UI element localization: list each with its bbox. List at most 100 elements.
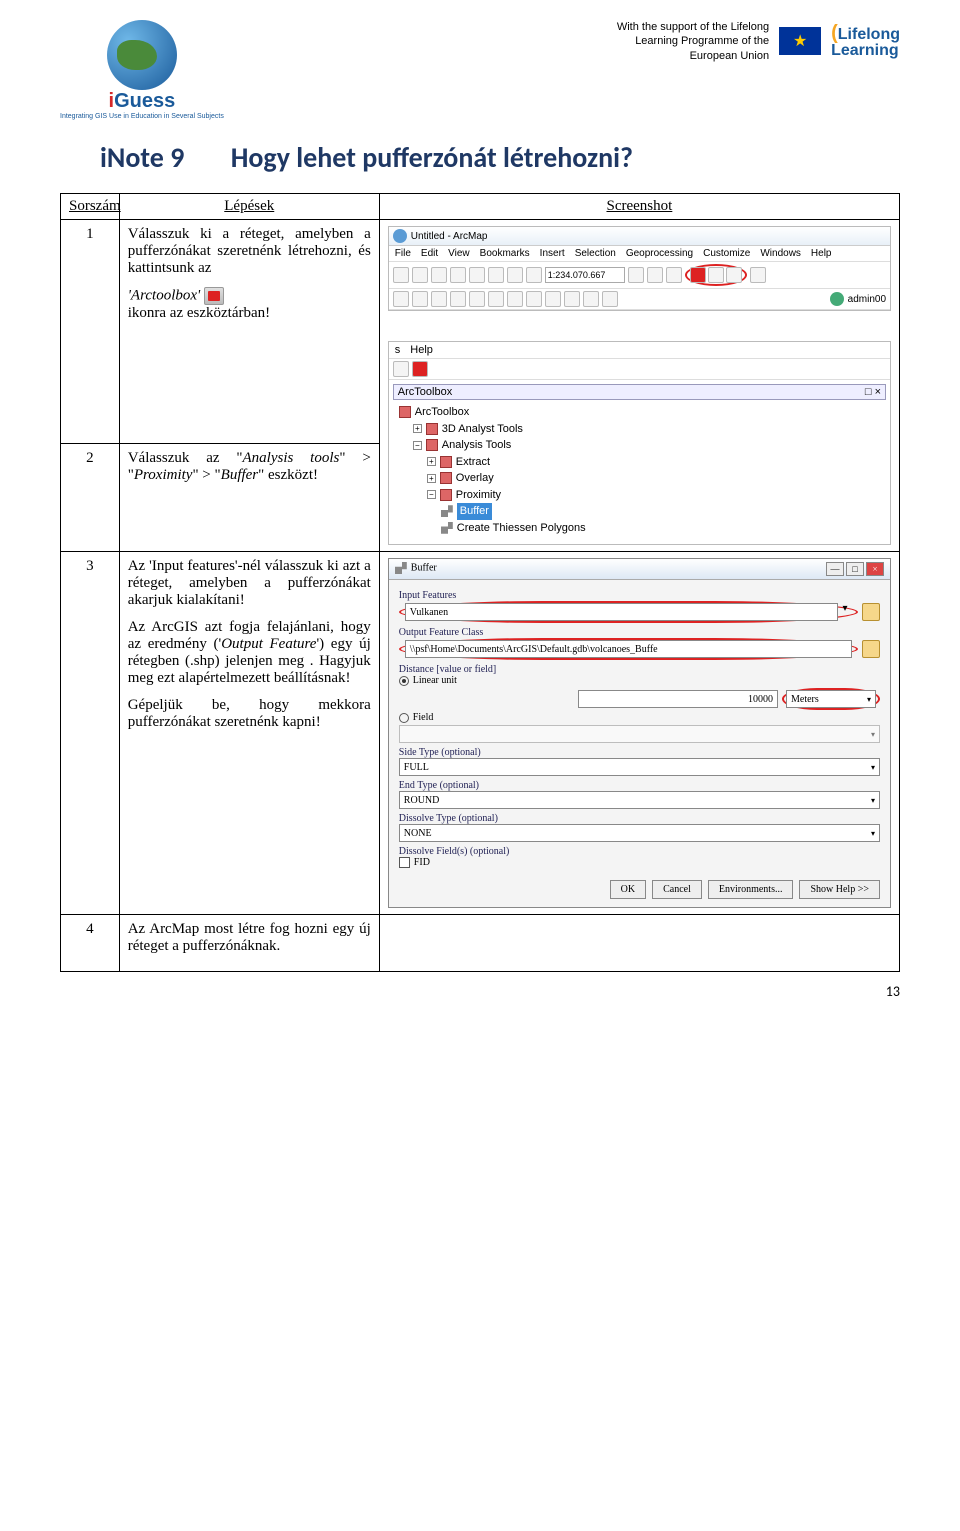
user-icon: [830, 292, 844, 306]
output-field[interactable]: \\psf\Home\Documents\ArcGIS\Default.gdb\…: [405, 640, 852, 658]
circled-toolbar-buttons: [685, 264, 747, 286]
toolbar-button[interactable]: [564, 291, 580, 307]
dialog-title: Buffer: [411, 562, 437, 573]
menu-item[interactable]: Help: [410, 344, 433, 356]
cancel-button[interactable]: Cancel: [652, 880, 702, 899]
toolbar-button[interactable]: [666, 267, 682, 283]
toolbar-button[interactable]: [393, 267, 409, 283]
menu-item[interactable]: Windows: [760, 248, 801, 259]
toolbar-button[interactable]: [647, 267, 663, 283]
toolbar-button[interactable]: [450, 267, 466, 283]
toolbar-button[interactable]: [412, 267, 428, 283]
tree-item[interactable]: ArcToolbox: [415, 404, 469, 421]
toolbar-button[interactable]: [431, 291, 447, 307]
screenshot-cell: Buffer — □ × Input Features Vulkanen ▾: [379, 552, 899, 915]
toolbar-button[interactable]: [545, 291, 561, 307]
menu-item[interactable]: Insert: [540, 248, 565, 259]
toolbar-button[interactable]: [708, 267, 724, 283]
radio-linear[interactable]: [399, 676, 409, 686]
distance-unit-select[interactable]: Meters▾: [786, 690, 876, 708]
label-dfields: Dissolve Field(s) (optional): [399, 846, 880, 857]
toolset-icon: [440, 472, 452, 484]
fid-checkbox[interactable]: [399, 857, 410, 868]
menu-item[interactable]: Edit: [421, 248, 438, 259]
toolbar-button[interactable]: [526, 267, 542, 283]
toolbar-button[interactable]: [507, 291, 523, 307]
input-features-field[interactable]: Vulkanen: [405, 603, 838, 621]
support-line-3: European Union: [617, 49, 769, 63]
window-title: Untitled - ArcMap: [411, 231, 488, 242]
toolbar-button[interactable]: [469, 291, 485, 307]
toolbar-button[interactable]: [431, 267, 447, 283]
support-line-2: Learning Programme of the: [617, 34, 769, 48]
tree-item[interactable]: Extract: [456, 454, 490, 471]
dissolve-type-select[interactable]: NONE▾: [399, 824, 880, 842]
eu-support-block: With the support of the Lifelong Learnin…: [617, 20, 900, 63]
close-button[interactable]: ×: [866, 562, 884, 576]
inote-number: iNote 9: [100, 140, 184, 175]
toolbar-button[interactable]: [583, 291, 599, 307]
toolbox-icon: [399, 406, 411, 418]
menu-item[interactable]: View: [448, 248, 470, 259]
toolbar-button[interactable]: [750, 267, 766, 283]
support-line-1: With the support of the Lifelong: [617, 20, 769, 34]
minimize-button[interactable]: —: [826, 562, 844, 576]
arctoolbox-button[interactable]: [690, 267, 706, 283]
side-type-select[interactable]: FULL▾: [399, 758, 880, 776]
browse-button[interactable]: [862, 603, 880, 621]
tree-item[interactable]: Analysis Tools: [442, 437, 512, 454]
toolbar-button[interactable]: [628, 267, 644, 283]
expand-icon[interactable]: +: [427, 457, 436, 466]
scale-input[interactable]: 1:234.070.667: [545, 267, 625, 283]
expand-icon[interactable]: +: [427, 474, 436, 483]
menu-item[interactable]: Customize: [703, 248, 750, 259]
checkbox-label: FID: [414, 857, 430, 868]
toolbar-button[interactable]: [526, 291, 542, 307]
end-type-select[interactable]: ROUND▾: [399, 791, 880, 809]
support-text: With the support of the Lifelong Learnin…: [617, 20, 769, 63]
menu-item[interactable]: Help: [811, 248, 832, 259]
toolbar-button[interactable]: [602, 291, 618, 307]
title-question: Hogy lehet pufferzónát létrehozni?: [231, 140, 633, 175]
tree-item[interactable]: 3D Analyst Tools: [442, 421, 523, 438]
menu-item[interactable]: Bookmarks: [480, 248, 530, 259]
toolbar-button[interactable]: [412, 291, 428, 307]
toolbar-button[interactable]: [488, 267, 504, 283]
expand-icon[interactable]: +: [413, 424, 422, 433]
collapse-icon[interactable]: −: [413, 441, 422, 450]
toolbar-row-2: admin00: [389, 289, 890, 310]
menu-item[interactable]: Selection: [575, 248, 616, 259]
maximize-button[interactable]: □: [846, 562, 864, 576]
eu-flag-icon: [779, 27, 821, 55]
page-header: iGuess Integrating GIS Use in Education …: [60, 20, 900, 120]
ok-button[interactable]: OK: [610, 880, 646, 899]
toolbar-button[interactable]: [393, 291, 409, 307]
header-step: Lépések: [119, 194, 379, 220]
panel-controls[interactable]: □ ×: [865, 386, 881, 398]
field-select-disabled: ▾: [399, 725, 880, 743]
environments-button[interactable]: Environments...: [708, 880, 794, 899]
toolbar-button[interactable]: [450, 291, 466, 307]
toolbar-button[interactable]: [469, 267, 485, 283]
label-side: Side Type (optional): [399, 747, 880, 758]
toolbar-button[interactable]: [726, 267, 742, 283]
menu-item[interactable]: Geoprocessing: [626, 248, 693, 259]
arctoolbox-button[interactable]: [412, 361, 428, 377]
lifelong-logo: (Lifelong Learning: [831, 23, 900, 59]
tree-item[interactable]: Proximity: [456, 487, 501, 504]
logo-rest: Guess: [114, 90, 175, 112]
collapse-icon[interactable]: −: [427, 490, 436, 499]
toolbar-button[interactable]: [507, 267, 523, 283]
toolbar-button[interactable]: [393, 361, 409, 377]
panel-title: ArcToolbox: [398, 386, 452, 398]
radio-field[interactable]: [399, 713, 409, 723]
show-help-button[interactable]: Show Help >>: [799, 880, 880, 899]
tree-item[interactable]: Create Thiessen Polygons: [457, 520, 586, 537]
tree-item-selected[interactable]: Buffer: [457, 503, 492, 520]
distance-value[interactable]: 10000: [578, 690, 778, 708]
steps-table: Sorszám Lépések Screenshot 1 Válasszuk k…: [60, 193, 900, 972]
browse-button[interactable]: [862, 640, 880, 658]
toolbar-button[interactable]: [488, 291, 504, 307]
tree-item[interactable]: Overlay: [456, 470, 494, 487]
menu-item[interactable]: File: [395, 248, 411, 259]
